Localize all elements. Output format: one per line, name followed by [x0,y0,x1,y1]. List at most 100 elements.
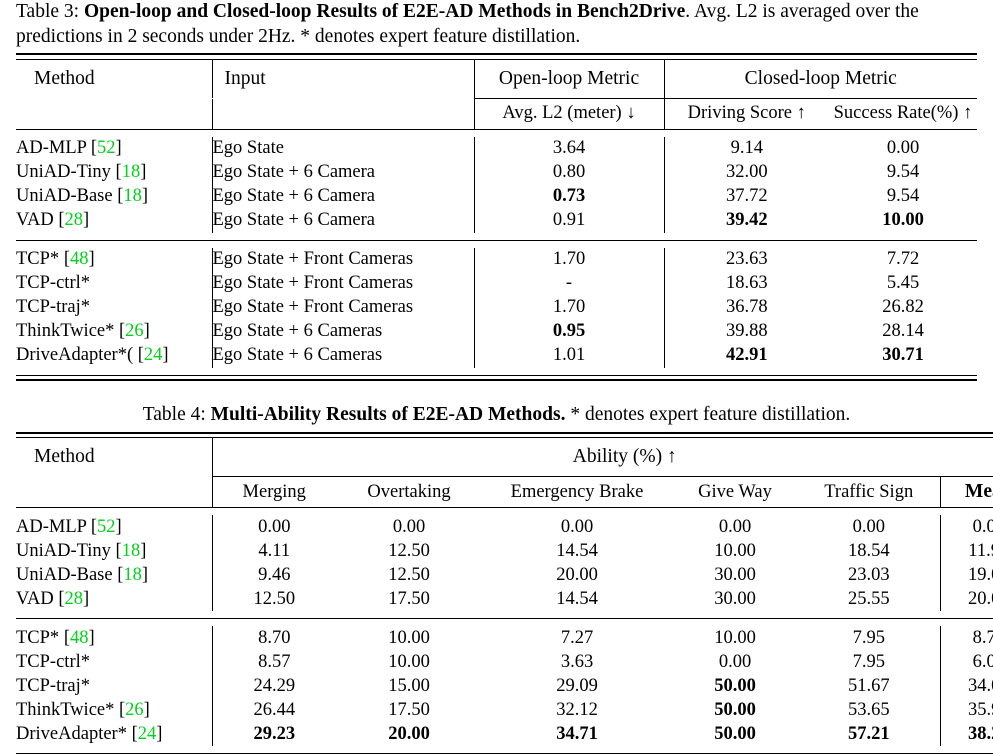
mean-cell: 35.94 [940,698,993,722]
emergency-brake-cell: 3.63 [482,650,672,674]
method-label: TCP-ctrl* [16,273,90,293]
citation-link[interactable]: 28 [65,210,84,230]
traffic-sign-cell: 25.55 [798,587,940,611]
emergency-brake-cell: 20.00 [482,563,672,587]
method-name-cell: DriveAdapter*( [24] [16,344,212,368]
avg-l2-cell: 1.01 [474,344,664,368]
method-name-cell: AD-MLP [52] [16,137,212,161]
emergency-brake-cell: 0.00 [482,515,672,539]
table-row: TCP-ctrl*8.5710.003.630.007.956.03 [16,650,993,674]
method-label: UniAD-Base [16,565,113,585]
avg-l2-cell: 0.95 [474,320,664,344]
emergency-brake-cell: 34.71 [482,722,672,746]
method-label: TCP-ctrl* [16,652,90,672]
table3-group1: AD-MLP [52]Ego State3.649.140.00UniAD-Ti… [16,137,977,233]
citation-link[interactable]: 26 [125,700,144,720]
table4-group1: AD-MLP [52]0.000.000.000.000.000.00UniAD… [16,515,993,611]
emergency-brake-cell: 32.12 [482,698,672,722]
citation-link[interactable]: 48 [70,628,89,648]
table4-header-merging: Merging [212,477,336,508]
mean-cell: 0.00 [940,515,993,539]
input-cell: Ego State + Front Cameras [212,272,474,296]
citation-link[interactable]: 26 [125,321,144,341]
input-cell: Ego State + 6 Camera [212,161,474,185]
table4-header-row-2: Merging Overtaking Emergency Brake Give … [16,477,993,508]
traffic-sign-cell: 7.95 [798,650,940,674]
citation-link[interactable]: 24 [144,345,163,365]
input-cell: Ego State [212,137,474,161]
method-name-cell: UniAD-Tiny [18] [16,539,212,563]
table4-caption-prefix: Table 4: [143,404,206,425]
table3-header-input: Input [212,59,474,98]
table-row: TCP-ctrl*Ego State + Front Cameras-18.63… [16,272,977,296]
citation-link[interactable]: 18 [123,186,142,206]
input-cell: Ego State + 6 Camera [212,209,474,233]
citation-link[interactable]: 48 [70,249,89,269]
merging-cell: 24.29 [212,674,336,698]
table3: Method Input Open-loop Metric Closed-loo… [16,53,977,381]
method-name-cell: TCP-ctrl* [16,272,212,296]
table4-header-emergency-brake: Emergency Brake [482,477,672,508]
give-way-cell: 50.00 [672,698,798,722]
success-rate-cell: 9.54 [829,185,977,209]
avg-l2-cell: 0.73 [474,185,664,209]
traffic-sign-cell: 53.65 [798,698,940,722]
table3-group2-topgap [16,241,977,248]
success-rate-cell: 0.00 [829,137,977,161]
mean-cell: 34.01 [940,674,993,698]
driving-score-cell: 23.63 [664,248,829,272]
table-gap [16,381,977,403]
table-row: UniAD-Base [18]9.4612.5020.0030.0023.031… [16,563,993,587]
input-cell: Ego State + Front Cameras [212,296,474,320]
citation-link[interactable]: 52 [97,138,116,158]
table3-header-row-1: Method Input Open-loop Metric Closed-loo… [16,59,977,98]
method-label: TCP-traj* [16,297,90,317]
citation-link[interactable]: 18 [122,162,141,182]
mean-cell: 20.02 [940,587,993,611]
citation-link[interactable]: 18 [122,541,141,561]
traffic-sign-cell: 18.54 [798,539,940,563]
table4-group2-botgap [16,746,993,754]
table3-header-driving-score: Driving Score ↑ [664,99,829,130]
table3-caption-bold: Open-loop and Closed-loop Results of E2E… [84,1,685,22]
method-label: ThinkTwice* [16,321,114,341]
input-cell: Ego State + Front Cameras [212,248,474,272]
method-label: DriveAdapter*( [16,345,133,365]
give-way-cell: 30.00 [672,587,798,611]
method-label: UniAD-Tiny [16,162,111,182]
merging-cell: 12.50 [212,587,336,611]
table3-group1-topgap [16,130,977,137]
table-row: ThinkTwice* [26]Ego State + 6 Cameras0.9… [16,320,977,344]
table3-header-success-rate: Success Rate(%) ↑ [829,99,977,130]
method-name-cell: AD-MLP [52] [16,515,212,539]
table-row: VAD [28]Ego State + 6 Camera0.9139.4210.… [16,209,977,233]
success-rate-cell: 9.54 [829,161,977,185]
table3-header-closed-loop-metric: Closed-loop Metric [664,59,977,98]
traffic-sign-cell: 0.00 [798,515,940,539]
table-row: TCP-traj*24.2915.0029.0950.0051.6734.01 [16,674,993,698]
table4-header-mean: Mean [940,477,993,508]
table4-header-overtaking: Overtaking [336,477,482,508]
success-rate-cell: 28.14 [829,320,977,344]
method-name-cell: TCP* [48] [16,626,212,650]
method-name-cell: TCP* [48] [16,248,212,272]
overtaking-cell: 10.00 [336,626,482,650]
overtaking-cell: 12.50 [336,539,482,563]
citation-link[interactable]: 18 [123,565,142,585]
table3-group2: TCP* [48]Ego State + Front Cameras1.7023… [16,248,977,368]
traffic-sign-cell: 7.95 [798,626,940,650]
mean-cell: 38.23 [940,722,993,746]
input-cell: Ego State + 6 Cameras [212,320,474,344]
table-row: DriveAdapter*( [24]Ego State + 6 Cameras… [16,344,977,368]
driving-score-cell: 32.00 [664,161,829,185]
citation-link[interactable]: 52 [97,517,116,537]
table4-header-traffic-sign: Traffic Sign [798,477,940,508]
driving-score-cell: 36.78 [664,296,829,320]
table-row: VAD [28]12.5017.5014.5430.0025.5520.02 [16,587,993,611]
emergency-brake-cell: 14.54 [482,587,672,611]
success-rate-cell: 5.45 [829,272,977,296]
success-rate-cell: 30.71 [829,344,977,368]
method-name-cell: TCP-traj* [16,296,212,320]
success-rate-cell: 7.72 [829,248,977,272]
citation-link[interactable]: 28 [65,589,84,609]
